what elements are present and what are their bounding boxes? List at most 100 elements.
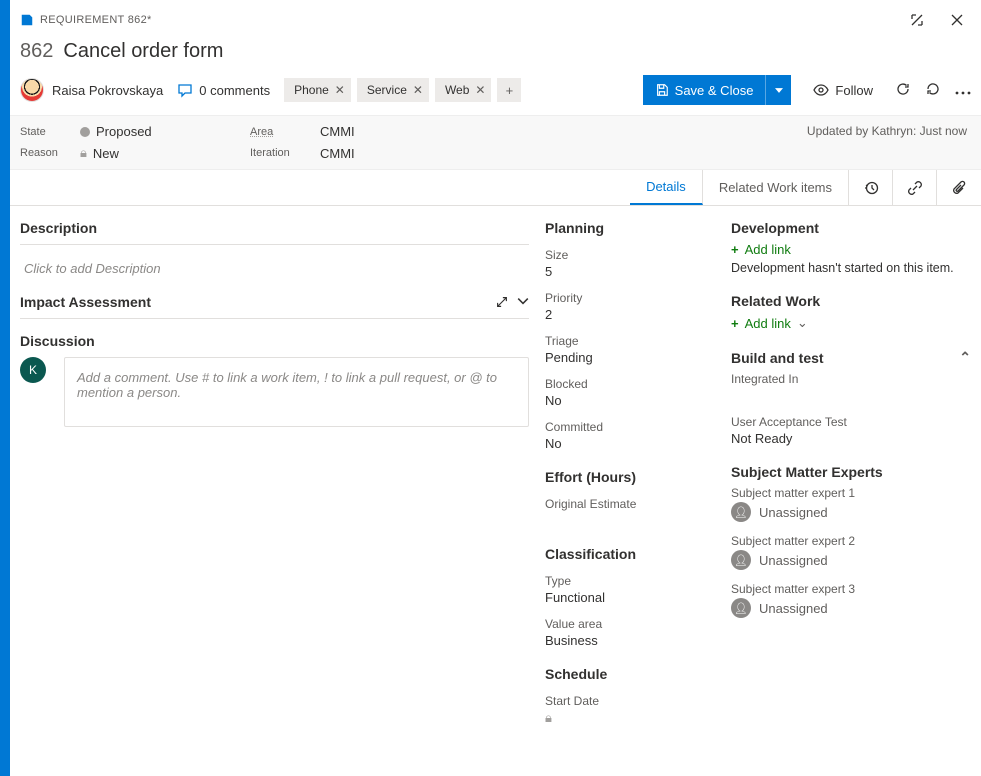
area-field[interactable]: CMMI	[320, 124, 490, 139]
build-and-test-heading: Build and test ⌃	[731, 349, 971, 366]
triage-field[interactable]: Pending	[545, 350, 715, 365]
committed-label: Committed	[545, 420, 715, 434]
comments-link[interactable]: 0 comments	[177, 82, 270, 98]
tag-add-button[interactable]: +	[497, 78, 521, 102]
restore-window-button[interactable]	[903, 6, 931, 34]
tab-history[interactable]	[849, 170, 893, 205]
committed-field[interactable]: No	[545, 436, 715, 451]
state-label: State	[20, 126, 80, 138]
development-add-link[interactable]: +Add link	[731, 242, 971, 257]
description-heading: Description	[20, 220, 529, 245]
related-work-heading: Related Work	[731, 293, 971, 309]
save-split-button: Save & Close	[643, 75, 792, 105]
collapse-button[interactable]: ⌃	[959, 349, 971, 366]
tab-attachments[interactable]	[937, 170, 981, 205]
refresh-button[interactable]	[895, 81, 911, 100]
related-work-add-link[interactable]: +Add link⌄	[731, 315, 971, 331]
triage-label: Triage	[545, 334, 715, 348]
follow-label: Follow	[835, 83, 873, 98]
tag-pill: Phone ✕	[284, 78, 351, 102]
lock-icon: 🔒︎	[545, 710, 552, 725]
uat-field[interactable]: Not Ready	[731, 431, 971, 446]
sme-heading: Subject Matter Experts	[731, 464, 971, 480]
work-item-type-icon	[20, 13, 34, 27]
save-dropdown-button[interactable]	[765, 75, 791, 105]
save-button[interactable]: Save & Close	[643, 75, 766, 105]
work-item-title[interactable]: Cancel order form	[63, 40, 223, 63]
area-value: CMMI	[320, 124, 355, 139]
discussion-heading: Discussion	[20, 333, 529, 349]
discussion-input[interactable]: Add a comment. Use # to link a work item…	[64, 357, 529, 427]
planning-heading: Planning	[545, 220, 715, 236]
value-area-field[interactable]: Business	[545, 633, 715, 648]
description-input[interactable]: Click to add Description	[20, 255, 529, 294]
type-field[interactable]: Functional	[545, 590, 715, 605]
iteration-label: Iteration	[250, 147, 320, 159]
assignee-picker[interactable]: Raisa Pokrovskaya	[20, 78, 163, 102]
blocked-field[interactable]: No	[545, 393, 715, 408]
refresh-icon	[895, 81, 911, 97]
area-label: Area	[250, 126, 320, 138]
tab-details[interactable]: Details	[630, 170, 703, 205]
schedule-heading: Schedule	[545, 666, 715, 682]
history-icon	[863, 180, 879, 196]
state-value: Proposed	[96, 124, 152, 139]
updated-by-text: Updated by Kathryn: Just now	[807, 124, 967, 138]
state-field[interactable]: Proposed	[80, 124, 250, 139]
size-label: Size	[545, 248, 715, 262]
plus-icon: +	[731, 242, 739, 257]
accent-stripe	[0, 0, 10, 776]
undo-button[interactable]	[925, 81, 941, 100]
lock-icon: 🔒︎	[80, 145, 87, 161]
integrated-in-field[interactable]	[731, 388, 971, 403]
size-field[interactable]: 5	[545, 264, 715, 279]
restore-icon	[909, 12, 925, 28]
link-icon	[907, 180, 923, 196]
attachment-icon	[951, 180, 967, 196]
tag-label: Web	[445, 83, 469, 97]
comments-label: 0 comments	[199, 83, 270, 98]
development-heading: Development	[731, 220, 971, 236]
sme3-field[interactable]: 👤︎Unassigned	[731, 598, 971, 618]
person-icon: 👤︎	[731, 502, 751, 522]
effort-heading: Effort (Hours)	[545, 469, 715, 485]
chevron-down-icon: ⌄	[797, 315, 808, 331]
tag-pill: Web ✕	[435, 78, 492, 102]
follow-button[interactable]: Follow	[805, 78, 881, 102]
state-dot-icon	[80, 127, 90, 137]
iteration-field[interactable]: CMMI	[320, 146, 490, 161]
tag-pill: Service ✕	[357, 78, 429, 102]
type-label: Type	[545, 574, 715, 588]
blocked-label: Blocked	[545, 377, 715, 391]
assignee-name: Raisa Pokrovskaya	[52, 83, 163, 98]
impact-assessment-heading: Impact Assessment	[20, 294, 529, 319]
sme3-label: Subject matter expert 3	[731, 582, 971, 596]
tag-remove-button[interactable]: ✕	[335, 83, 345, 97]
tab-links[interactable]	[893, 170, 937, 205]
sme1-field[interactable]: 👤︎Unassigned	[731, 502, 971, 522]
tag-label: Service	[367, 83, 407, 97]
start-date-field[interactable]: 🔒︎	[545, 710, 715, 726]
priority-field[interactable]: 2	[545, 307, 715, 322]
sme2-field[interactable]: 👤︎Unassigned	[731, 550, 971, 570]
tag-label: Phone	[294, 83, 329, 97]
chevron-down-icon[interactable]	[517, 295, 529, 307]
save-label: Save & Close	[675, 83, 754, 98]
tab-related-work-items[interactable]: Related Work items	[703, 170, 849, 205]
tag-remove-button[interactable]: ✕	[475, 83, 485, 97]
plus-icon: +	[731, 316, 739, 331]
uat-label: User Acceptance Test	[731, 415, 971, 429]
expand-icon[interactable]	[495, 295, 509, 309]
breadcrumb-text: REQUIREMENT 862*	[40, 14, 152, 26]
tag-remove-button[interactable]: ✕	[413, 83, 423, 97]
work-item-id: 862	[20, 40, 53, 63]
close-icon	[949, 12, 965, 28]
original-estimate-field[interactable]	[545, 513, 715, 528]
reason-field[interactable]: 🔒︎New	[80, 145, 250, 161]
person-icon: 👤︎	[731, 598, 751, 618]
value-area-label: Value area	[545, 617, 715, 631]
tag-list: Phone ✕ Service ✕ Web ✕ +	[284, 78, 521, 102]
chevron-down-icon	[775, 88, 783, 93]
close-window-button[interactable]	[943, 6, 971, 34]
more-actions-button[interactable]	[955, 83, 971, 98]
